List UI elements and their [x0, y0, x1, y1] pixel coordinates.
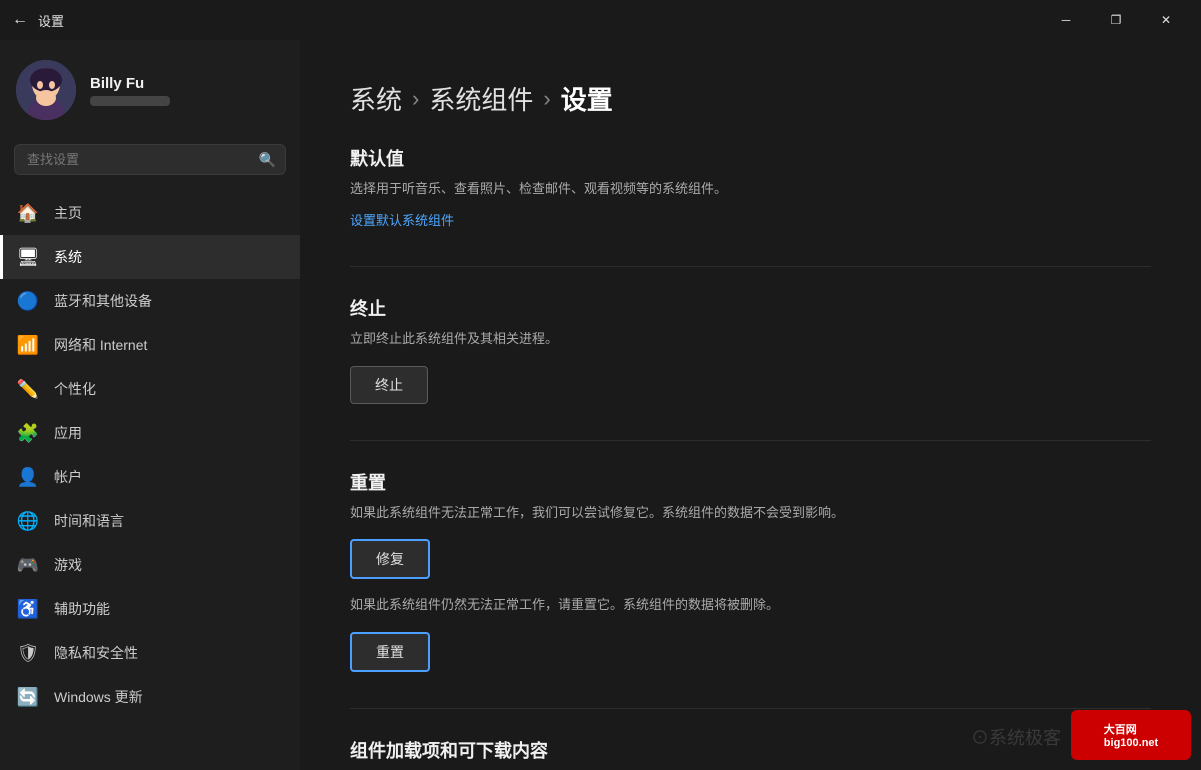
- logo-text: 大百网big100.net: [1104, 721, 1158, 749]
- sidebar: Billy Fu 🔍 🏠 主页 🖥 系统 🔵 蓝牙和其他设备: [0, 40, 300, 770]
- defaults-link[interactable]: 设置默认系统组件: [350, 213, 454, 228]
- sidebar-item-label: 应用: [54, 423, 284, 443]
- main-content: 系统 › 系统组件 › 设置 默认值 选择用于听音乐、查看照片、检查邮件、观看视…: [300, 40, 1201, 770]
- search-input[interactable]: [14, 144, 286, 175]
- sidebar-item-privacy[interactable]: 🛡 隐私和安全性: [0, 631, 300, 675]
- time-icon: 🌐: [16, 509, 40, 533]
- windows-update-icon: 🔄: [16, 685, 40, 709]
- sidebar-item-label: 个性化: [54, 379, 284, 399]
- logo-badge: 大百网big100.net: [1071, 710, 1191, 760]
- sidebar-item-label: 隐私和安全性: [54, 643, 284, 663]
- sidebar-item-apps[interactable]: 🧩 应用: [0, 411, 300, 455]
- sidebar-item-windows-update[interactable]: 🔄 Windows 更新: [0, 675, 300, 719]
- sidebar-item-personalization[interactable]: ✏️ 个性化: [0, 367, 300, 411]
- restore-button[interactable]: ❐: [1093, 4, 1139, 36]
- system-icon: 🖥: [16, 245, 40, 269]
- close-button[interactable]: ✕: [1143, 4, 1189, 36]
- accounts-icon: 👤: [16, 465, 40, 489]
- breadcrumb: 系统 › 系统组件 › 设置: [350, 80, 1151, 117]
- app-body: Billy Fu 🔍 🏠 主页 🖥 系统 🔵 蓝牙和其他设备: [0, 40, 1201, 770]
- avatar: [16, 60, 76, 120]
- breadcrumb-current: 设置: [561, 80, 613, 117]
- repair-button[interactable]: 修复: [350, 539, 430, 579]
- divider-2: [350, 440, 1151, 441]
- sidebar-item-label: 帐户: [54, 467, 284, 487]
- breadcrumb-system: 系统: [350, 80, 402, 117]
- sidebar-item-network[interactable]: 📶 网络和 Internet: [0, 323, 300, 367]
- back-button[interactable]: ←: [12, 11, 28, 29]
- user-info: Billy Fu: [90, 75, 170, 106]
- breadcrumb-components: 系统组件: [429, 80, 533, 117]
- gaming-icon: 🎮: [16, 553, 40, 577]
- minimize-button[interactable]: ─: [1043, 4, 1089, 36]
- sidebar-item-bluetooth[interactable]: 🔵 蓝牙和其他设备: [0, 279, 300, 323]
- breadcrumb-sep-2: ›: [543, 86, 550, 112]
- titlebar-controls: ─ ❐ ✕: [1043, 4, 1189, 36]
- sidebar-item-gaming[interactable]: 🎮 游戏: [0, 543, 300, 587]
- sidebar-item-home[interactable]: 🏠 主页: [0, 191, 300, 235]
- terminate-section: 终止 立即终止此系统组件及其相关进程。 终止: [350, 295, 1151, 404]
- personalization-icon: ✏️: [16, 377, 40, 401]
- titlebar-left: ← 设置: [12, 11, 64, 30]
- network-icon: 📶: [16, 333, 40, 357]
- privacy-icon: 🛡: [16, 641, 40, 665]
- accessibility-icon: ♿: [16, 597, 40, 621]
- addons-title: 组件加载项和可下载内容: [350, 737, 1151, 763]
- reset-desc2: 如果此系统组件仍然无法正常工作，请重置它。系统组件的数据将被删除。: [350, 595, 1151, 616]
- user-subtitle: [90, 96, 170, 106]
- sidebar-item-label: 时间和语言: [54, 511, 284, 531]
- breadcrumb-sep-1: ›: [412, 86, 419, 112]
- terminate-title: 终止: [350, 295, 1151, 321]
- sidebar-item-label: 网络和 Internet: [54, 335, 284, 355]
- user-profile[interactable]: Billy Fu: [0, 40, 300, 136]
- sidebar-item-label: Windows 更新: [54, 687, 284, 707]
- home-icon: 🏠: [16, 201, 40, 225]
- defaults-section: 默认值 选择用于听音乐、查看照片、检查邮件、观看视频等的系统组件。 设置默认系统…: [350, 145, 1151, 230]
- divider-1: [350, 266, 1151, 267]
- sidebar-item-label: 游戏: [54, 555, 284, 575]
- sidebar-item-label: 主页: [54, 203, 284, 223]
- sidebar-item-time[interactable]: 🌐 时间和语言: [0, 499, 300, 543]
- apps-icon: 🧩: [16, 421, 40, 445]
- reset-section: 重置 如果此系统组件无法正常工作，我们可以尝试修复它。系统组件的数据不会受到影响…: [350, 469, 1151, 673]
- titlebar: ← 设置 ─ ❐ ✕: [0, 0, 1201, 40]
- terminate-desc: 立即终止此系统组件及其相关进程。: [350, 329, 1151, 350]
- terminate-button[interactable]: 终止: [350, 366, 428, 404]
- search-icon: 🔍: [259, 151, 276, 168]
- defaults-title: 默认值: [350, 145, 1151, 171]
- defaults-desc: 选择用于听音乐、查看照片、检查邮件、观看视频等的系统组件。: [350, 179, 1151, 200]
- divider-3: [350, 708, 1151, 709]
- reset-desc1: 如果此系统组件无法正常工作，我们可以尝试修复它。系统组件的数据不会受到影响。: [350, 503, 1151, 524]
- titlebar-title: 设置: [38, 11, 64, 30]
- bluetooth-icon: 🔵: [16, 289, 40, 313]
- sidebar-item-label: 蓝牙和其他设备: [54, 291, 284, 311]
- search-box: 🔍: [14, 144, 286, 175]
- addons-section: 组件加载项和可下载内容 🔍 管理员创建 来自此应用程序 排名：列出: [350, 737, 1151, 770]
- user-name: Billy Fu: [90, 75, 170, 92]
- sidebar-item-label: 系统: [54, 247, 284, 267]
- sidebar-item-system[interactable]: 🖥 系统: [0, 235, 300, 279]
- reset-title: 重置: [350, 469, 1151, 495]
- nav-list: 🏠 主页 🖥 系统 🔵 蓝牙和其他设备 📶 网络和 Internet ✏️ 个性…: [0, 191, 300, 719]
- sidebar-item-label: 辅助功能: [54, 599, 284, 619]
- reset-button[interactable]: 重置: [350, 632, 430, 672]
- sidebar-item-accessibility[interactable]: ♿ 辅助功能: [0, 587, 300, 631]
- sidebar-item-accounts[interactable]: 👤 帐户: [0, 455, 300, 499]
